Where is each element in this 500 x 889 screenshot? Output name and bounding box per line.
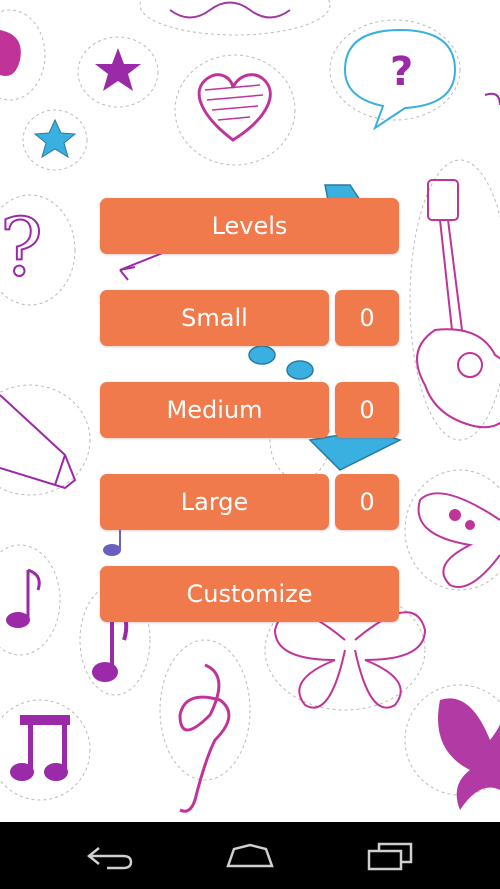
customize-button[interactable]: Customize	[100, 566, 399, 622]
large-count-badge: 0	[335, 474, 399, 530]
large-label: Large	[180, 488, 249, 516]
levels-button[interactable]: Levels	[100, 198, 399, 254]
medium-label: Medium	[166, 396, 263, 424]
system-navigation-bar	[0, 822, 500, 889]
large-count: 0	[359, 488, 375, 516]
customize-label: Customize	[186, 580, 313, 608]
small-button[interactable]: Small	[100, 290, 329, 346]
large-button[interactable]: Large	[100, 474, 329, 530]
medium-button[interactable]: Medium	[100, 382, 329, 438]
levels-label: Levels	[211, 212, 288, 240]
medium-count: 0	[359, 396, 375, 424]
home-button[interactable]	[220, 836, 280, 876]
recent-apps-icon	[367, 842, 413, 870]
recent-apps-button[interactable]	[360, 836, 420, 876]
svg-text:?: ?	[0, 201, 43, 294]
home-icon	[226, 843, 274, 867]
back-button[interactable]	[80, 836, 140, 876]
svg-text:?: ?	[390, 49, 413, 95]
small-label: Small	[181, 304, 248, 332]
small-count: 0	[359, 304, 375, 332]
back-icon	[86, 846, 133, 869]
medium-count-badge: 0	[335, 382, 399, 438]
small-count-badge: 0	[335, 290, 399, 346]
